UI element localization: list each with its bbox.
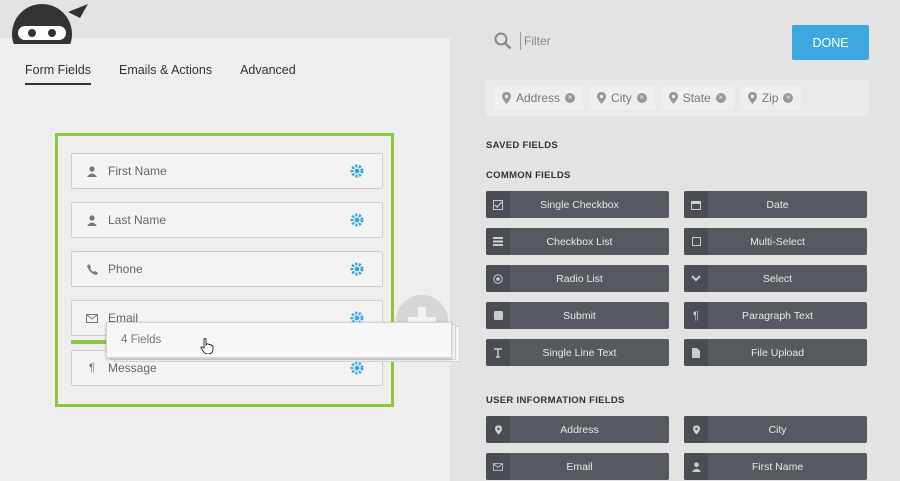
pin-icon <box>684 416 708 443</box>
filter-input[interactable] <box>520 32 750 50</box>
field-button-city[interactable]: City <box>684 416 867 443</box>
remove-icon[interactable]: × <box>565 93 576 103</box>
pin-icon <box>502 92 511 104</box>
field-button-submit[interactable]: Submit <box>486 302 669 329</box>
square-icon <box>684 228 708 255</box>
tab-advanced[interactable]: Advanced <box>240 63 296 85</box>
field-label: Message <box>108 361 157 375</box>
pin-icon <box>668 92 678 104</box>
field-button-select[interactable]: Select <box>684 265 867 292</box>
text-icon <box>486 339 510 366</box>
calendar-icon <box>684 191 708 218</box>
chip-address[interactable]: Address × <box>494 86 584 110</box>
gear-icon[interactable] <box>350 361 364 375</box>
field-button-first-name[interactable]: First Name <box>684 453 867 480</box>
user-icon <box>84 212 100 228</box>
form-drop-zone[interactable]: First Name Last Name Phone Email ¶ Messa… <box>55 133 394 407</box>
gear-icon[interactable] <box>350 164 364 178</box>
field-button-date[interactable]: Date <box>684 191 867 218</box>
saved-fields-heading: SAVED FIELDS <box>486 140 559 151</box>
chip-zip[interactable]: Zip × <box>739 86 802 110</box>
drag-ghost[interactable]: 4 Fields <box>106 322 460 362</box>
drag-ghost-label: 4 Fields <box>121 334 162 346</box>
envelope-icon <box>84 310 100 326</box>
field-button-checkbox-list[interactable]: Checkbox List <box>486 228 669 255</box>
chip-city[interactable]: City × <box>589 86 655 110</box>
remove-icon[interactable]: × <box>783 93 794 103</box>
checkbox-icon <box>486 191 510 218</box>
remove-icon[interactable]: × <box>636 93 647 103</box>
pin-icon <box>486 416 510 443</box>
field-button-single-checkbox[interactable]: Single Checkbox <box>486 191 669 218</box>
field-button-multi-select[interactable]: Multi-Select <box>684 228 867 255</box>
tab-form-fields[interactable]: Form Fields <box>25 63 91 85</box>
pin-icon <box>747 92 757 104</box>
done-button[interactable]: DONE <box>792 25 869 60</box>
list-icon <box>486 228 510 255</box>
user-icon <box>684 453 708 480</box>
hand-cursor-icon <box>200 338 214 354</box>
chip-label: State <box>682 91 711 105</box>
file-icon <box>684 339 708 366</box>
field-button-email[interactable]: Email <box>486 453 669 480</box>
field-button-file-upload[interactable]: File Upload <box>684 339 867 366</box>
common-fields-heading: COMMON FIELDS <box>486 170 571 181</box>
chip-label: Zip <box>761 91 779 105</box>
builder-tabs: Form Fields Emails & Actions Advanced <box>25 63 296 85</box>
envelope-icon <box>486 453 510 480</box>
user-icon <box>84 163 100 179</box>
user-info-fields-heading: USER INFORMATION FIELDS <box>486 395 625 406</box>
pin-icon <box>597 92 607 104</box>
square-filled-icon <box>486 302 510 329</box>
form-field-last-name[interactable]: Last Name <box>71 202 383 238</box>
search-icon <box>494 32 512 50</box>
tab-emails-actions[interactable]: Emails & Actions <box>119 63 212 85</box>
chevron-down-icon <box>684 265 708 292</box>
form-field-first-name[interactable]: First Name <box>71 153 383 189</box>
field-label: Last Name <box>108 213 167 227</box>
remove-icon[interactable]: × <box>715 93 726 103</box>
radio-icon <box>486 265 510 292</box>
ninja-logo-icon <box>12 4 88 44</box>
chip-label: Address <box>516 91 561 105</box>
form-field-phone[interactable]: Phone <box>71 251 383 287</box>
chip-state[interactable]: State × <box>660 86 734 110</box>
paragraph-icon: ¶ <box>684 302 708 329</box>
gear-icon[interactable] <box>350 213 364 227</box>
chip-label: City <box>611 91 632 105</box>
field-button-single-line-text[interactable]: Single Line Text <box>486 339 669 366</box>
phone-icon <box>84 261 100 277</box>
field-library-pane: DONE Address × City × State × Zip × SAVE… <box>450 0 900 481</box>
field-label: First Name <box>108 164 167 178</box>
drop-indicator <box>71 340 111 344</box>
field-button-paragraph-text[interactable]: ¶ Paragraph Text <box>684 302 867 329</box>
field-label: Phone <box>108 262 143 276</box>
saved-chip-bar: Address × City × State × Zip × <box>486 80 869 116</box>
field-button-address[interactable]: Address <box>486 416 669 443</box>
field-button-radio-list[interactable]: Radio List <box>486 265 669 292</box>
gear-icon[interactable] <box>350 262 364 276</box>
paragraph-icon: ¶ <box>89 362 95 374</box>
